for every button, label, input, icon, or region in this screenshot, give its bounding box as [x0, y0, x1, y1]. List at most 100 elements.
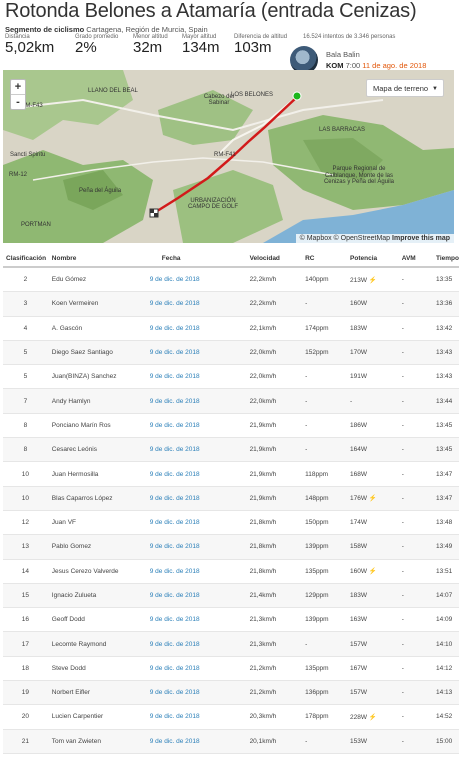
rank-cell: 18 — [3, 656, 48, 682]
segment-map[interactable]: LOS BELONES Cabezo del Sabinar LAS BARRA… — [3, 70, 454, 243]
activity-date-link[interactable]: 9 de dic. de 2018 — [145, 656, 247, 682]
vam-cell: - — [397, 340, 432, 366]
table-row[interactable]: 13 Pablo Gomez 9 de dic. de 2018 21,8km/h 13… — [3, 534, 459, 560]
zoom-out-button[interactable]: - — [11, 94, 25, 109]
athlete-name-link[interactable]: Geoff Dodd — [47, 607, 146, 633]
table-row[interactable]: 21 Tom van Zwieten 9 de dic. de 2018 20,1km… — [3, 729, 459, 754]
stat-min-elev: Menor altitud 32m — [133, 34, 168, 56]
activity-date-link[interactable]: 9 de dic. de 2018 — [145, 534, 247, 560]
attribution-copyright[interactable]: © Mapbox © OpenStreetMap — [300, 235, 390, 242]
power-cell: 176W ⚡ — [347, 486, 398, 511]
athlete-name-link[interactable]: Lecomte Raymond — [47, 631, 146, 657]
athlete-name-link[interactable]: Pablo Gomez — [47, 534, 146, 560]
table-row[interactable]: 10 Juan Hermosilla 9 de dic. de 2018 21,9km… — [3, 461, 459, 487]
table-row[interactable]: 18 Steve Dodd 9 de dic. de 2018 21,2km/h 135… — [3, 656, 459, 682]
improve-map-link[interactable]: Improve this map — [392, 235, 450, 242]
athlete-name-link[interactable]: Ignacio Zulueta — [47, 583, 146, 609]
athlete-name-link[interactable]: Edu Gómez — [47, 267, 146, 293]
map-type-select[interactable]: Mapa de terreno ▼ — [366, 79, 444, 97]
header-speed[interactable]: Velocidad — [246, 250, 303, 268]
table-row[interactable]: 7 Andy Hamlyn 9 de dic. de 2018 22,0km/h - - -… — [3, 388, 459, 414]
header-vam[interactable]: AVM — [397, 250, 432, 268]
athlete-name-link[interactable]: Andy Hamlyn — [47, 388, 146, 414]
athlete-name-link[interactable]: Jesus Cerezo Valverde — [47, 559, 146, 584]
activity-date-link[interactable]: 9 de dic. de 2018 — [145, 388, 247, 414]
rank-cell: 8 — [3, 413, 48, 439]
time-cell: 14:07 — [432, 583, 459, 609]
zoom-in-button[interactable]: + — [11, 80, 25, 94]
activity-date-link[interactable]: 9 de dic. de 2018 — [145, 510, 247, 536]
athlete-name-link[interactable]: Koen Vermeiren — [47, 291, 146, 317]
activity-date-link[interactable]: 9 de dic. de 2018 — [145, 364, 247, 390]
table-row[interactable]: 8 Cesarec Leónis 9 de dic. de 2018 21,9km/h… — [3, 437, 459, 463]
table-row[interactable]: 16 Geoff Dodd 9 de dic. de 2018 21,3km/h 139… — [3, 607, 459, 633]
rank-cell: 14 — [3, 559, 48, 584]
table-row[interactable]: 5 Diego Saez Santiago 9 de dic. de 2018 22,… — [3, 340, 459, 366]
table-row[interactable]: 2 Edu Gómez 9 de dic. de 2018 22,2km/h 140pp… — [3, 267, 459, 293]
athlete-name-link[interactable]: Norbert Eifler — [47, 680, 146, 706]
table-row[interactable]: 5 Juan(BINZA) Sanchez 9 de dic. de 2018 22,… — [3, 364, 459, 390]
activity-date-link[interactable]: 9 de dic. de 2018 — [145, 583, 247, 609]
kom-athlete-name[interactable]: Bala Balin — [326, 50, 360, 59]
activity-date-link[interactable]: 9 de dic. de 2018 — [145, 486, 247, 511]
activity-date-link[interactable]: 9 de dic. de 2018 — [145, 461, 247, 487]
kom-date[interactable]: 11 de ago. de 2018 — [362, 61, 426, 70]
activity-date-link[interactable]: 9 de dic. de 2018 — [145, 704, 247, 730]
athlete-name-link[interactable]: Lucien Carpentier — [47, 704, 146, 730]
athlete-name-link[interactable]: A. Gascón — [47, 316, 146, 341]
activity-date-link[interactable]: 9 de dic. de 2018 — [145, 559, 247, 584]
heart-rate-cell: 150ppm — [302, 510, 348, 536]
speed-cell: 21,8km/h — [246, 559, 303, 584]
activity-date-link[interactable]: 9 de dic. de 2018 — [145, 680, 247, 706]
table-row[interactable]: 20 Lucien Carpentier 9 de dic. de 2018 20,3… — [3, 704, 459, 730]
activity-date-link[interactable]: 9 de dic. de 2018 — [145, 291, 247, 317]
activity-date-link[interactable]: 9 de dic. de 2018 — [145, 340, 247, 366]
segment-location: Cartagena, Región de Murcia, Spain — [86, 25, 208, 34]
header-time[interactable]: Tiempo — [432, 250, 459, 268]
athlete-name-link[interactable]: Steve Dodd — [47, 656, 146, 682]
table-row[interactable]: 15 Ignacio Zulueta 9 de dic. de 2018 21,4km… — [3, 583, 459, 609]
activity-date-link[interactable]: 9 de dic. de 2018 — [145, 413, 247, 439]
activity-date-link[interactable]: 9 de dic. de 2018 — [145, 607, 247, 633]
table-row[interactable]: 12 Juan VF 9 de dic. de 2018 21,8km/h 150ppm… — [3, 510, 459, 536]
header-power[interactable]: Potencia — [347, 250, 398, 268]
activity-date-link[interactable]: 9 de dic. de 2018 — [145, 316, 247, 341]
athlete-name-link[interactable]: Juan(BINZA) Sanchez — [47, 364, 146, 390]
stat-max-elev: Mayor altitud 134m — [182, 34, 220, 56]
athlete-name-link[interactable]: Blas Caparros López — [47, 486, 146, 511]
rank-cell: 10 — [3, 486, 48, 511]
header-name[interactable]: Nombre — [47, 250, 146, 268]
athlete-name-link[interactable]: Cesarec Leónis — [47, 437, 146, 463]
vam-cell: - — [397, 583, 432, 609]
header-rank[interactable]: Clasificación — [3, 250, 48, 268]
activity-date-link[interactable]: 9 de dic. de 2018 — [145, 729, 247, 754]
power-cell: 163W — [347, 607, 398, 633]
table-row[interactable]: 8 Ponciano Marín Ros 9 de dic. de 2018 21,9… — [3, 413, 459, 439]
time-cell: 14:12 — [432, 656, 459, 682]
map-label-parque: Parque Regional de Calblanque, Monte de … — [323, 166, 395, 185]
table-row[interactable]: 14 Jesus Cerezo Valverde 9 de dic. de 2018… — [3, 559, 459, 584]
athlete-name-link[interactable]: Ponciano Marín Ros — [47, 413, 146, 439]
table-row[interactable]: 10 Blas Caparros López 9 de dic. de 2018 21… — [3, 486, 459, 511]
athlete-name-link[interactable]: Juan Hermosilla — [47, 461, 146, 487]
athlete-name-link[interactable]: Tom van Zwieten — [47, 729, 146, 754]
vam-cell: - — [397, 486, 432, 511]
heart-rate-cell: 148ppm — [302, 486, 348, 511]
vam-cell: - — [397, 559, 432, 584]
activity-date-link[interactable]: 9 de dic. de 2018 — [145, 267, 247, 293]
table-row[interactable]: 3 Koen Vermeiren 9 de dic. de 2018 22,2km/h… — [3, 291, 459, 317]
segment-subtitle: Segmento de ciclismo Cartagena, Región d… — [5, 25, 208, 34]
table-row[interactable]: 4 A. Gascón 9 de dic. de 2018 22,1km/h 174pp… — [3, 316, 459, 341]
heart-rate-cell: - — [302, 364, 348, 390]
header-date[interactable]: Fecha — [145, 250, 247, 268]
table-header-row: Clasificación Nombre Fecha Velocidad RC … — [3, 250, 459, 268]
athlete-name-link[interactable]: Diego Saez Santiago — [47, 340, 146, 366]
power-cell: 174W — [347, 510, 398, 536]
activity-date-link[interactable]: 9 de dic. de 2018 — [145, 437, 247, 463]
table-row[interactable]: 19 Norbert Eifler 9 de dic. de 2018 21,2km/… — [3, 680, 459, 706]
header-hr[interactable]: RC — [302, 250, 348, 268]
athlete-name-link[interactable]: Juan VF — [47, 510, 146, 536]
activity-date-link[interactable]: 9 de dic. de 2018 — [145, 631, 247, 657]
stat-avg-grade: Grado promedio 2% — [75, 34, 118, 56]
table-row[interactable]: 17 Lecomte Raymond 9 de dic. de 2018 21,3km… — [3, 631, 459, 657]
